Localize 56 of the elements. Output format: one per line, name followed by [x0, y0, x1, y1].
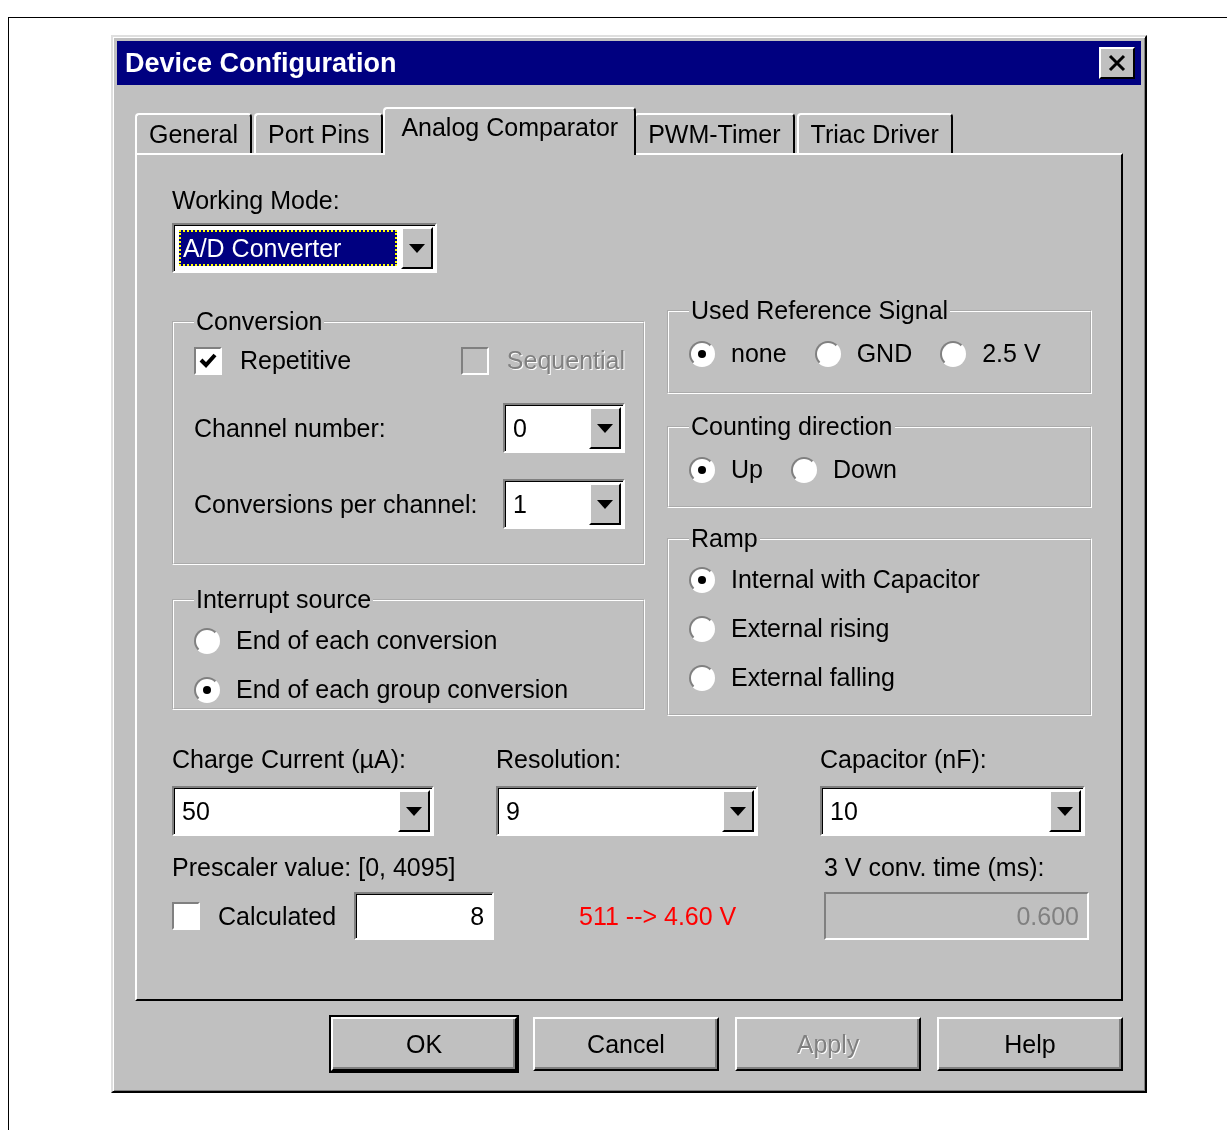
close-icon: [1107, 54, 1127, 72]
field-label: Capacitor (nF):: [820, 744, 988, 774]
tab[interactable]: PWM-Timer: [634, 113, 795, 153]
dialog-button[interactable]: Cancel: [533, 1017, 719, 1071]
radio-button[interactable]: End of each group conversion: [194, 675, 625, 704]
radio-button[interactable]: External falling: [689, 663, 1072, 692]
group-title: Ramp: [690, 524, 759, 553]
caret-icon: [597, 499, 613, 509]
caret-icon: [1057, 806, 1073, 816]
tab[interactable]: General: [135, 113, 252, 153]
field-label: Channel number:: [194, 413, 386, 443]
radio-button[interactable]: none: [689, 339, 787, 368]
tab[interactable]: Triac Driver: [796, 113, 953, 153]
window-title: Device Configuration: [125, 47, 397, 79]
dropdown-arrow-button[interactable]: [1049, 790, 1081, 832]
field-label: Working Mode:: [172, 185, 341, 215]
tab[interactable]: Port Pins: [253, 113, 384, 153]
tab[interactable]: Analog Comparator: [383, 107, 637, 155]
group-title: Conversion: [195, 307, 324, 336]
dropdown-arrow-button[interactable]: [589, 483, 621, 525]
caret-icon: [406, 806, 422, 816]
number-field[interactable]: 8: [354, 892, 495, 940]
radio-button[interactable]: Internal with Capacitor: [689, 565, 1072, 594]
caret-icon: [409, 243, 425, 253]
dropdown[interactable]: 9: [496, 786, 758, 836]
group-title: Used Reference Signal: [690, 296, 950, 325]
checkbox[interactable]: Calculated: [172, 901, 337, 931]
radio-button[interactable]: End of each conversion: [194, 626, 625, 655]
dialog-button[interactable]: Help: [937, 1017, 1123, 1071]
dropdown[interactable]: 1: [503, 479, 625, 529]
group-title: Counting direction: [690, 412, 894, 441]
dropdown-arrow-button[interactable]: [589, 407, 621, 449]
checkbox[interactable]: Repetitive: [194, 346, 352, 375]
field-label: Charge Current (µA):: [172, 744, 407, 774]
dropdown[interactable]: 50: [172, 786, 434, 836]
radio-button[interactable]: GND: [814, 339, 913, 368]
dropdown[interactable]: A/D Converter: [172, 223, 437, 273]
dropdown-arrow-button[interactable]: [401, 227, 433, 269]
field-label: 3 V conv. time (ms):: [824, 852, 1046, 882]
radio-button[interactable]: External rising: [689, 614, 1072, 643]
radio-button[interactable]: 2.5 V: [940, 339, 1041, 368]
caret-icon: [597, 423, 613, 433]
dropdown-arrow-button[interactable]: [722, 790, 754, 832]
dropdown-arrow-button[interactable]: [398, 790, 430, 832]
dialog-button[interactable]: OK: [331, 1017, 517, 1071]
field-label: Prescaler value: [0, 4095]: [172, 852, 457, 882]
radio-button[interactable]: Up: [689, 455, 763, 484]
field-label: Resolution:: [496, 744, 623, 774]
dropdown[interactable]: 0: [503, 403, 625, 453]
close-button[interactable]: [1099, 47, 1135, 79]
caret-icon: [730, 806, 746, 816]
dropdown[interactable]: 10: [820, 786, 1085, 836]
field-label: Conversions per channel:: [194, 489, 478, 519]
result-text: 511 --> 4.60 V: [579, 901, 737, 931]
radio-button[interactable]: Down: [790, 455, 897, 484]
group-title: Interrupt source: [195, 585, 373, 614]
